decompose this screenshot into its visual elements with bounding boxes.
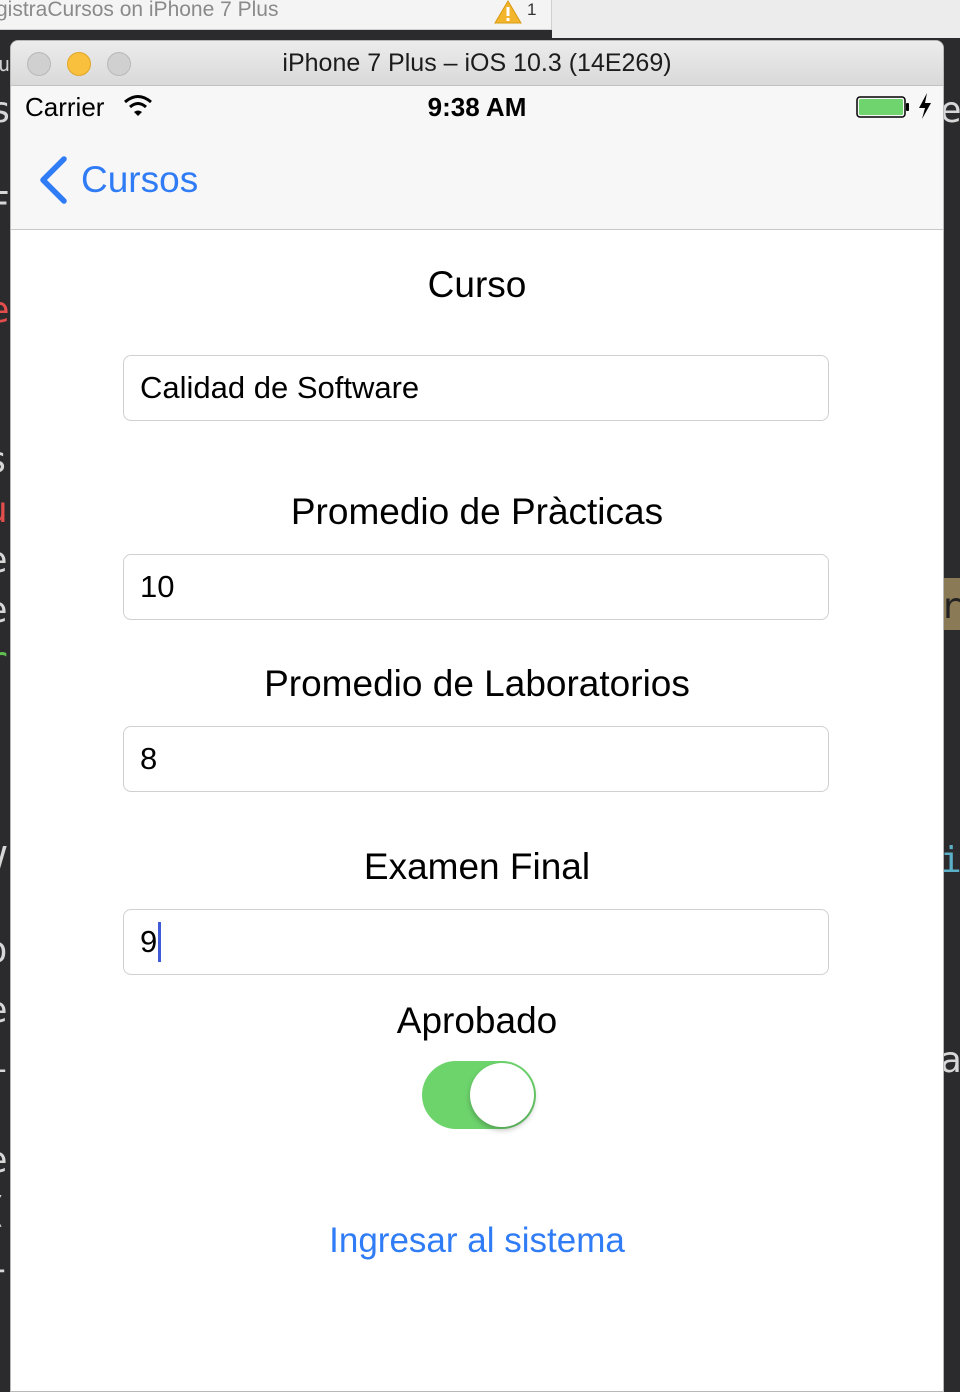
editor-fragment: i bbox=[0, 1040, 8, 1081]
examen-field-value: 9 bbox=[140, 924, 158, 959]
xcode-activity-tab[interactable]: gistraCursos on iPhone 7 Plus 1 bbox=[0, 0, 552, 30]
laboratorios-field[interactable]: 8 bbox=[123, 726, 829, 792]
laboratorios-label: Promedio de Laboratorios bbox=[264, 663, 690, 704]
curso-field[interactable]: Calidad de Software bbox=[123, 355, 829, 421]
editor-fragment: r bbox=[0, 640, 8, 681]
editor-fragment: e bbox=[0, 590, 8, 631]
ingresar-button[interactable]: Ingresar al sistema bbox=[11, 1221, 943, 1261]
laboratorios-field-value: 8 bbox=[140, 741, 158, 776]
editor-fragment: e bbox=[0, 1140, 8, 1181]
editor-fragment: s bbox=[0, 440, 8, 481]
editor-fragment: V bbox=[0, 840, 8, 881]
editor-fragment: u bbox=[0, 52, 11, 76]
aprobado-label: Aprobado bbox=[396, 1000, 558, 1041]
ios-screen: Carrier 9:38 AM Cursos Curso Calidad de … bbox=[11, 86, 943, 1391]
xcode-toolbar-strip bbox=[552, 0, 960, 38]
editor-fragment: ( bbox=[0, 1190, 8, 1231]
simulator-window: iPhone 7 Plus – iOS 10.3 (14E269) Carrie… bbox=[10, 40, 944, 1392]
back-button[interactable]: Cursos bbox=[37, 154, 198, 206]
editor-fragment: e bbox=[0, 290, 10, 331]
xcode-activity-title: gistraCursos on iPhone 7 Plus bbox=[0, 0, 279, 21]
status-time: 9:38 AM bbox=[427, 92, 527, 122]
charging-bolt-icon bbox=[919, 93, 931, 119]
simulator-titlebar[interactable]: iPhone 7 Plus – iOS 10.3 (14E269) bbox=[11, 41, 943, 86]
switch-knob bbox=[470, 1063, 534, 1127]
warning-icon[interactable] bbox=[494, 0, 522, 24]
text-caret bbox=[158, 922, 162, 962]
back-button-label: Cursos bbox=[81, 159, 199, 200]
navigation-bar: Carrier 9:38 AM Cursos bbox=[11, 86, 943, 230]
practicas-label: Promedio de Pràcticas bbox=[290, 491, 664, 532]
examen-field[interactable]: 9 bbox=[123, 909, 829, 975]
battery-icon bbox=[856, 96, 909, 118]
chevron-left-icon bbox=[40, 156, 67, 204]
editor-fragment: u bbox=[0, 490, 8, 531]
editor-fragment: e bbox=[0, 540, 8, 581]
simulator-title: iPhone 7 Plus – iOS 10.3 (14E269) bbox=[282, 49, 672, 77]
practicas-field-value: 10 bbox=[140, 569, 175, 604]
aprobado-switch[interactable] bbox=[422, 1061, 536, 1129]
editor-fragment: o bbox=[0, 930, 8, 971]
warning-count: 1 bbox=[527, 0, 537, 19]
editor-fragment: F bbox=[0, 185, 10, 226]
curso-label: Curso bbox=[427, 264, 527, 305]
editor-fragment: l bbox=[0, 1240, 8, 1281]
practicas-field[interactable]: 10 bbox=[123, 554, 829, 620]
examen-label: Examen Final bbox=[363, 846, 591, 887]
editor-fragment: e bbox=[0, 990, 8, 1031]
curso-field-value: Calidad de Software bbox=[140, 370, 420, 405]
